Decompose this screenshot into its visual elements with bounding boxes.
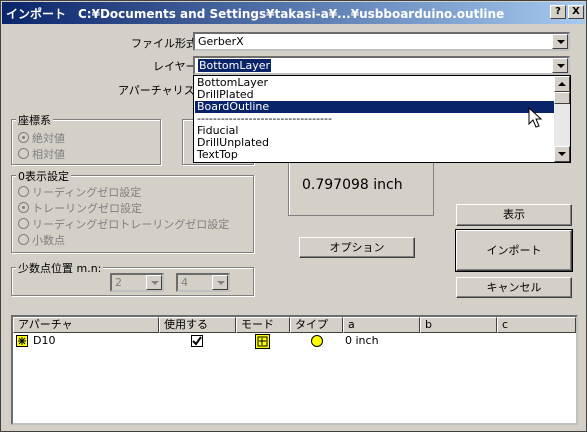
measurement-value: 0.797098 inch <box>302 177 403 193</box>
radio-absolute[interactable]: 絶対値 <box>18 130 65 146</box>
circle-type-icon[interactable] <box>311 335 323 347</box>
dropdown-item-texttop[interactable]: TextTop <box>195 149 555 161</box>
radio-leading-zero[interactable]: リーディングゼロ設定 <box>18 184 141 200</box>
column-header-a[interactable]: a <box>343 317 420 333</box>
radio-decimal-point[interactable]: 小数点 <box>18 232 65 248</box>
decimal-position-group: 少数点位置 m.n: 2 4 <box>11 260 254 296</box>
measurement-panel: 0.797098 inch <box>288 157 434 216</box>
radio-dot-icon <box>18 234 29 245</box>
chevron-down-icon[interactable] <box>212 275 228 290</box>
layer-select[interactable]: BottomLayer <box>193 56 570 75</box>
cancel-button[interactable]: キャンセル <box>456 277 572 298</box>
column-header-aperture[interactable]: アパーチャ <box>13 317 159 333</box>
close-button[interactable]: X <box>568 5 584 19</box>
column-header-b[interactable]: b <box>420 317 497 333</box>
aperture-table[interactable]: アパーチャ 使用する モード タイプ a b c D10 0 inch <box>11 315 578 425</box>
chevron-down-icon[interactable] <box>552 58 568 73</box>
mouse-cursor-icon <box>528 107 543 128</box>
options-button[interactable]: オプション <box>299 237 415 258</box>
layer-value: BottomLayer <box>196 58 273 73</box>
file-format-value: GerberX <box>198 35 244 48</box>
aperture-a-value: 0 inch <box>345 334 379 347</box>
dropdown-scrollbar[interactable] <box>554 76 570 162</box>
column-header-use[interactable]: 使用する <box>159 317 236 333</box>
decimal-position-title: 少数点位置 m.n: <box>16 260 104 276</box>
coordinate-system-title: 座標系 <box>16 112 53 128</box>
decimal-m-value: 2 <box>115 276 122 289</box>
radio-dot-icon <box>18 202 29 213</box>
dropdown-item-drillunplated[interactable]: DrillUnplated <box>195 137 555 149</box>
aperture-flash-icon <box>16 335 28 347</box>
column-header-mode[interactable]: モード <box>236 317 290 333</box>
import-dialog: インポート C:¥Documents and Settings¥takasi-a… <box>0 0 587 432</box>
decimal-n-value: 4 <box>181 276 188 289</box>
layer-dropdown-list[interactable]: BottomLayer DrillPlated BoardOutline ---… <box>193 75 571 163</box>
radio-leading-trailing-zero[interactable]: リーディングゼロトレーリングゼロ設定 <box>18 216 229 232</box>
scroll-thumb[interactable] <box>554 92 570 104</box>
use-checkbox[interactable] <box>191 335 203 347</box>
zero-display-title: 0表示設定 <box>16 168 71 184</box>
radio-dot-icon <box>18 218 29 229</box>
aperture-name: D10 <box>33 334 56 347</box>
show-button[interactable]: 表示 <box>456 204 572 226</box>
scroll-up-icon[interactable] <box>554 76 570 92</box>
chevron-down-icon[interactable] <box>552 34 568 49</box>
title-bar[interactable]: インポート C:¥Documents and Settings¥takasi-a… <box>2 2 585 24</box>
import-button[interactable]: インポート <box>455 229 573 272</box>
radio-trailing-zero[interactable]: トレーリングゼロ設定 <box>18 200 142 216</box>
radio-dot-icon <box>18 148 29 159</box>
window-title: インポート C:¥Documents and Settings¥takasi-a… <box>6 7 505 21</box>
flash-mode-icon[interactable] <box>255 334 270 349</box>
dropdown-item-separator[interactable]: ---------------------------------- <box>195 113 555 125</box>
zero-display-group: 0表示設定 リーディングゼロ設定 トレーリングゼロ設定 リーディングゼロトレーリ… <box>11 168 254 253</box>
scroll-down-icon[interactable] <box>554 146 570 162</box>
coordinate-system-group: 座標系 絶対値 相対値 <box>11 112 161 165</box>
column-header-c[interactable]: c <box>497 317 576 333</box>
radio-dot-icon <box>18 186 29 197</box>
radio-dot-icon <box>18 132 29 143</box>
column-header-type[interactable]: タイプ <box>290 317 343 333</box>
decimal-n-select[interactable]: 4 <box>176 273 230 292</box>
decimal-m-select[interactable]: 2 <box>110 273 164 292</box>
help-button[interactable]: ? <box>550 5 566 19</box>
chevron-down-icon[interactable] <box>146 275 162 290</box>
file-format-select[interactable]: GerberX <box>193 32 570 51</box>
radio-relative[interactable]: 相対値 <box>18 146 65 162</box>
file-format-label: ファイル形式: <box>131 37 201 50</box>
